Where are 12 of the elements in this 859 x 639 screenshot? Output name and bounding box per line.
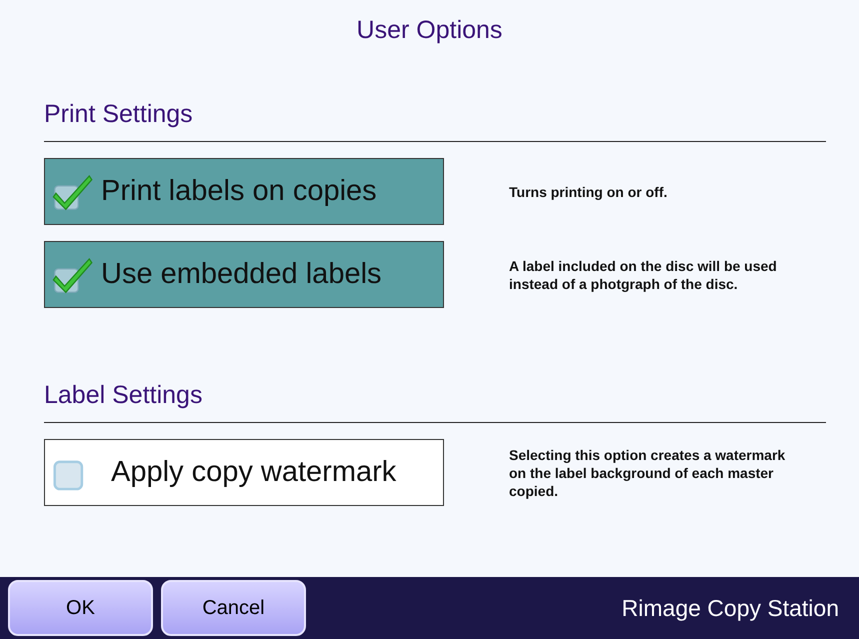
- option-toggle[interactable]: Print labels on copies: [44, 158, 444, 225]
- option-description: Turns printing on or off.: [509, 182, 668, 200]
- window-title: User Options: [356, 15, 504, 46]
- section-heading: Label Settings: [44, 380, 204, 410]
- option-description: A label included on the disc will be used instead of a photgraph of the disc.: [509, 256, 778, 292]
- option-description: Selecting this option creates a watermark on the label background of each master copied.: [509, 446, 786, 500]
- option-toggle[interactable]: Apply copy watermark: [44, 439, 444, 506]
- product-name: Rimage Copy Station: [622, 594, 839, 622]
- section-heading: Print Settings: [44, 99, 194, 129]
- dialog-button[interactable]: OK: [8, 580, 153, 636]
- option-toggle[interactable]: Use embedded labels: [44, 241, 444, 308]
- dialog-button[interactable]: Cancel: [161, 580, 306, 636]
